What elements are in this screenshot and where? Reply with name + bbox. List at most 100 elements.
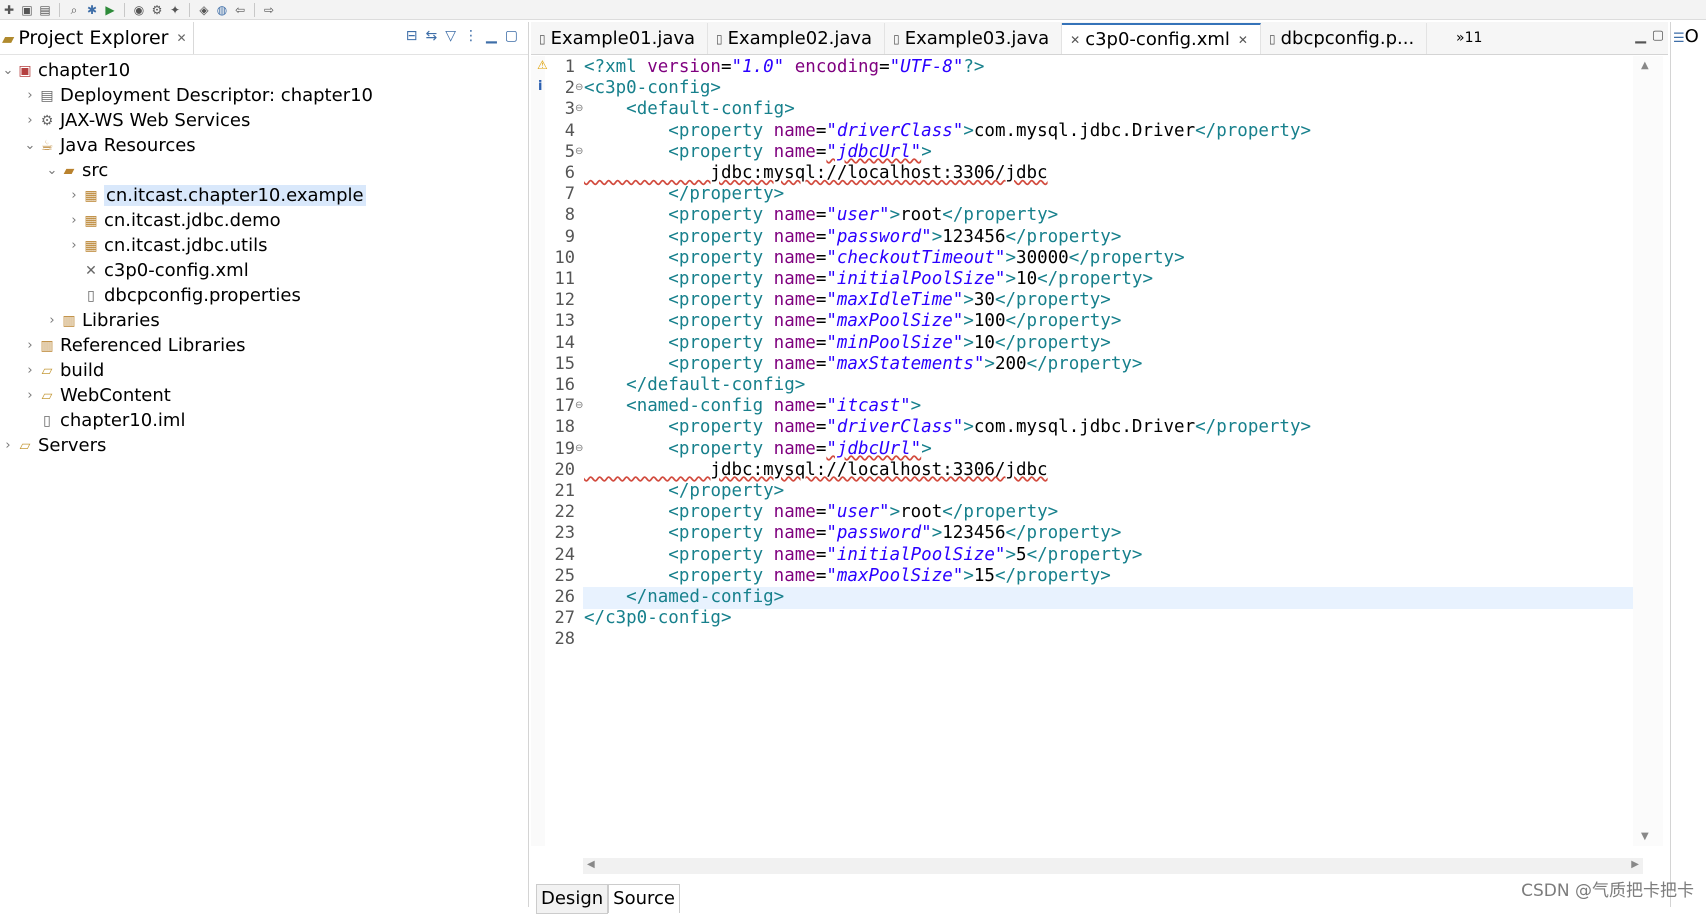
chevron-down-icon[interactable]: ⌄ bbox=[44, 163, 60, 178]
source-tab[interactable]: Source bbox=[608, 884, 680, 913]
scroll-down-icon[interactable]: ▼ bbox=[1641, 831, 1649, 842]
chevron-right-icon[interactable]: › bbox=[22, 363, 38, 378]
minimize-icon[interactable]: ▁ bbox=[1635, 28, 1646, 44]
tree-item[interactable]: › ▦ cn.itcast.chapter10.example bbox=[66, 183, 366, 208]
code-line: <property name="checkoutTimeout">30000</… bbox=[584, 247, 1184, 269]
tree-item[interactable]: › ▥ Referenced Libraries bbox=[22, 333, 245, 358]
collapse-all-icon[interactable]: ⊟ bbox=[406, 28, 418, 44]
line-number: 21 bbox=[554, 481, 575, 501]
scroll-right-icon[interactable]: ▶ bbox=[1631, 859, 1639, 870]
editor-tab[interactable]: ▯ Example03.java bbox=[885, 23, 1063, 54]
code-token: </default-config> bbox=[626, 375, 806, 395]
editor-page-tabs: Design Source bbox=[536, 884, 680, 914]
search-icon[interactable]: ⌕ bbox=[67, 3, 81, 17]
editor-tab[interactable]: ▯ Example01.java bbox=[531, 23, 709, 54]
editor-tab[interactable]: ▯ Example02.java bbox=[708, 23, 886, 54]
source-editor[interactable]: ⚠ i 1 <?xml version="1.0" encoding="UTF-8… bbox=[531, 56, 1653, 846]
code-token: > bbox=[963, 332, 974, 353]
tree-item[interactable]: ▯ dbcpconfig.properties bbox=[66, 283, 301, 308]
tree-item[interactable]: › ▱ build bbox=[22, 358, 104, 383]
chevron-right-icon[interactable]: › bbox=[22, 338, 38, 353]
chevron-right-icon[interactable]: › bbox=[0, 438, 16, 453]
chevron-right-icon[interactable]: › bbox=[22, 113, 38, 128]
tree-item[interactable]: ⌄ ☕ Java Resources bbox=[22, 133, 196, 158]
tree-item[interactable]: ▯ chapter10.iml bbox=[22, 408, 185, 433]
file-icon: ▯ bbox=[43, 412, 51, 429]
tree-item[interactable]: › ▦ cn.itcast.jdbc.demo bbox=[66, 208, 280, 233]
code-token: <property bbox=[668, 269, 774, 289]
tree-item[interactable]: › ▤ Deployment Descriptor: chapter10 bbox=[22, 83, 373, 108]
descriptor-icon: ▤ bbox=[40, 87, 54, 104]
scroll-up-icon[interactable]: ▲ bbox=[1641, 60, 1649, 71]
tree-item[interactable]: ⌄ ▰ src bbox=[44, 158, 109, 183]
code-token: = bbox=[815, 502, 827, 523]
project-explorer-tab[interactable]: ▰ Project Explorer ✕ bbox=[0, 22, 194, 54]
tree-item[interactable]: ✕ c3p0-config.xml bbox=[66, 258, 249, 283]
code-token: </property> bbox=[1005, 226, 1122, 247]
code-token: <named-config bbox=[626, 396, 774, 417]
run-icon[interactable]: ▶ bbox=[103, 3, 117, 17]
line-number: 26 bbox=[554, 587, 575, 607]
tree-item[interactable]: › ▱ WebContent bbox=[22, 383, 170, 408]
fold-icon[interactable]: ⊖ bbox=[575, 82, 583, 93]
design-tab[interactable]: Design bbox=[536, 884, 609, 914]
tree-item[interactable]: ⌄ ▣ chapter10 bbox=[0, 58, 131, 83]
coverage-icon[interactable]: ◉ bbox=[132, 3, 146, 17]
outline-tab[interactable]: ☰O bbox=[1671, 22, 1706, 51]
line-number: 9 bbox=[564, 226, 575, 247]
webservice-icon: ⚙ bbox=[40, 112, 54, 129]
editor-tab[interactable]: ✕ c3p0-config.xml ✕ bbox=[1062, 23, 1261, 54]
tab-overflow-button[interactable]: »11 bbox=[1456, 30, 1482, 46]
horizontal-scrollbar[interactable]: ◀ ▶ bbox=[583, 858, 1643, 874]
folder-icon: ▰ bbox=[2, 28, 15, 48]
chevron-right-icon[interactable]: › bbox=[66, 238, 82, 253]
chevron-right-icon[interactable]: › bbox=[66, 213, 82, 228]
link-with-editor-icon[interactable]: ⇆ bbox=[425, 28, 437, 44]
new-wizard-icon[interactable]: ✦ bbox=[168, 3, 182, 17]
fold-icon[interactable]: ⊖ bbox=[575, 443, 583, 454]
chevron-down-icon[interactable]: ⌄ bbox=[0, 63, 16, 78]
fold-icon[interactable]: ⊖ bbox=[575, 146, 583, 157]
save-icon[interactable]: ▣ bbox=[20, 3, 34, 17]
minimize-icon[interactable]: ▁ bbox=[486, 28, 497, 44]
external-tools-icon[interactable]: ⚙ bbox=[150, 3, 164, 17]
tree-item[interactable]: › ⚙ JAX-WS Web Services bbox=[22, 108, 250, 133]
vertical-scrollbar[interactable]: ▲ ▼ bbox=[1633, 56, 1663, 846]
chevron-right-icon[interactable]: › bbox=[22, 388, 38, 403]
close-icon[interactable]: ✕ bbox=[1238, 33, 1248, 47]
code-token: 15 bbox=[973, 565, 995, 586]
maximize-icon[interactable]: ▢ bbox=[1652, 28, 1664, 43]
code-line: <property name="jdbcUrl"> bbox=[584, 438, 931, 460]
code-token: > bbox=[910, 396, 922, 417]
filter-icon[interactable]: ▽ bbox=[445, 28, 456, 44]
fold-icon[interactable]: ⊖ bbox=[575, 400, 583, 411]
forward-icon[interactable]: ⇨ bbox=[262, 3, 276, 17]
editor-tab[interactable]: ▯ dbcpconfig.p... bbox=[1261, 23, 1428, 54]
close-icon[interactable]: ✕ bbox=[176, 31, 186, 45]
globe-icon[interactable]: ◍ bbox=[215, 3, 229, 17]
chevron-right-icon[interactable]: › bbox=[22, 88, 38, 103]
tree-item[interactable]: › ▱ Servers bbox=[0, 433, 106, 458]
tree-item[interactable]: › ▥ Libraries bbox=[44, 308, 159, 333]
code-token: 10 bbox=[1016, 269, 1038, 289]
fold-icon[interactable]: ⊖ bbox=[575, 103, 583, 114]
tree-item[interactable]: › ▦ cn.itcast.jdbc.utils bbox=[66, 233, 267, 258]
line-number: 4 bbox=[564, 120, 575, 141]
code-token: </property> bbox=[1195, 120, 1312, 141]
code-token: = bbox=[815, 544, 827, 565]
back-icon[interactable]: ⇦ bbox=[233, 3, 247, 17]
save-all-icon[interactable]: ▤ bbox=[38, 3, 52, 17]
code-token: = bbox=[815, 247, 827, 268]
open-type-icon[interactable]: ◈ bbox=[197, 3, 211, 17]
outline-view: ☰O bbox=[1670, 22, 1706, 907]
code-token: = bbox=[815, 523, 827, 544]
chevron-down-icon[interactable]: ⌄ bbox=[22, 138, 38, 153]
chevron-right-icon[interactable]: › bbox=[66, 188, 82, 203]
view-menu-icon[interactable]: ⋮ bbox=[464, 28, 478, 44]
new-icon[interactable]: ✚ bbox=[2, 3, 16, 17]
debug-icon[interactable]: ✱ bbox=[85, 3, 99, 17]
chevron-right-icon[interactable]: › bbox=[44, 313, 60, 328]
scroll-left-icon[interactable]: ◀ bbox=[587, 859, 595, 870]
maximize-icon[interactable]: ▢ bbox=[505, 28, 518, 44]
code-line: <property name="jdbcUrl"> bbox=[584, 141, 931, 163]
